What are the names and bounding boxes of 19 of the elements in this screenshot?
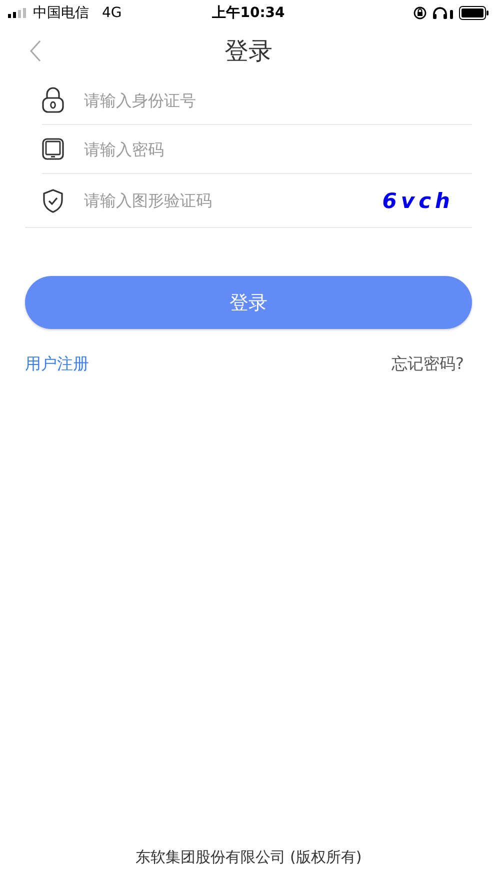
input-field[interactable]: 请输入图形验证码 bbox=[82, 190, 364, 211]
register-link[interactable]: 用户注册 bbox=[25, 354, 89, 375]
forgot-password-link[interactable]: 忘记密码? bbox=[392, 354, 464, 375]
headphones-icon bbox=[432, 6, 454, 20]
captcha-code[interactable]: 6vch bbox=[382, 188, 454, 212]
rotation-lock-icon bbox=[413, 6, 427, 20]
battery-icon bbox=[459, 6, 489, 20]
status-time: 上午10:34 bbox=[212, 4, 285, 22]
tablet-icon bbox=[42, 138, 64, 160]
page-title: 登录 bbox=[224, 36, 272, 67]
back-icon[interactable] bbox=[30, 40, 42, 62]
carrier-name: 中国电信 bbox=[33, 4, 89, 22]
input-field[interactable]: 请输入身份证号 bbox=[82, 90, 472, 110]
network-type: 4G bbox=[102, 5, 122, 21]
input-field[interactable]: 请输入密码 bbox=[82, 138, 472, 160]
shield-check-icon bbox=[42, 188, 64, 212]
padlock-icon bbox=[42, 87, 64, 113]
signal-icon bbox=[8, 8, 28, 18]
copyright-text: 东软集团股份有限公司 (版权所有) bbox=[134, 848, 363, 868]
